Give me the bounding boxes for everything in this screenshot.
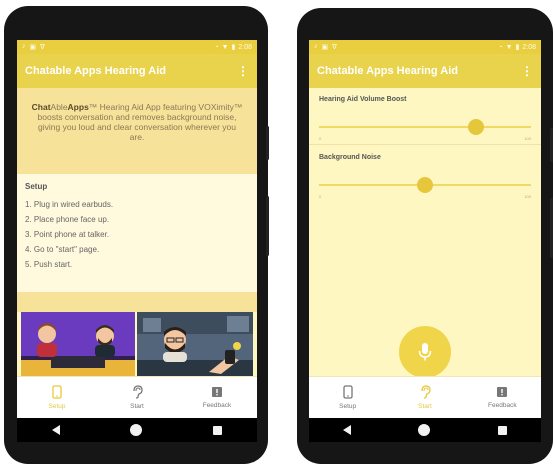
volume-boost-min: 0 [319,136,322,141]
setup-step: 4. Go to "start" page. [25,245,100,254]
volume-button [550,198,553,258]
brand-apps: Apps [67,102,89,112]
power-button [266,126,269,160]
feedback-icon [212,387,222,397]
nav-start-label: Start [418,403,432,410]
ear-icon [421,385,431,399]
status-bar: ♪ ▣ ∇ ◔ ▼ ▮ 2:08 [17,40,257,54]
volume-boost-slider-group: Hearing Aid Volume Boost 0 100 [309,96,541,141]
screen-setup: ♪ ▣ ∇ ◔ ▼ ▮ 2:08 Chatable Apps Hearing A… [17,40,257,418]
app-title: Chatable Apps Hearing Aid [25,65,166,77]
intro-text: ChatAbleApps™ Hearing Aid App featuring … [17,88,257,174]
volume-boost-thumb[interactable] [467,119,484,135]
nav-feedback[interactable]: Feedback [464,377,541,418]
setup-title: Setup [25,182,48,191]
setup-step: 3. Point phone at talker. [25,230,110,239]
phone-icon [343,385,353,399]
nav-feedback[interactable]: Feedback [177,377,257,418]
alarm-icon: ◔ [498,43,503,51]
background-noise-track[interactable] [319,177,531,193]
nav-start[interactable]: Start [97,377,177,418]
brand-chat: Chat [31,102,51,112]
phone-left: ♪ ▣ ∇ ◔ ▼ ▮ 2:08 Chatable Apps Hearing A… [4,6,269,464]
nav-setup-label: Setup [48,403,66,410]
status-time: 2:08 [238,43,252,51]
bottom-navigation: Setup Start Feedback [309,376,541,418]
phone-right: ♪ ▣ ∇ ◔ ▼ ▮ 2:08 Chatable Apps Hearing A… [297,8,553,464]
system-navigation-bar [309,418,541,442]
status-time: 2:08 [522,43,536,51]
divider [309,144,541,145]
brand-able: Able [50,102,68,112]
bottom-navigation: Setup Start Feedback [17,376,257,418]
nav-feedback-label: Feedback [202,402,232,409]
screen-start: ♪ ▣ ∇ ◔ ▼ ▮ 2:08 Chatable Apps Hearing A… [309,40,541,418]
n-icon: ∇ [332,44,337,51]
background-noise-slider-group: Background Noise 0 100 [309,154,541,199]
wifi-icon: ▼ [505,43,513,51]
volume-button [266,196,269,256]
setup-step: 2. Place phone face up. [25,215,110,224]
nav-feedback-label: Feedback [488,402,517,409]
battery-icon: ▮ [515,44,520,51]
voximity-brand: VOXimity [198,102,234,112]
notification-icon: ♪ [22,43,26,50]
signal-icon: ▣ [321,44,329,51]
volume-boost-label: Hearing Aid Volume Boost [319,96,407,103]
wifi-icon: ▼ [221,43,229,51]
volume-boost-max: 100 [524,136,531,141]
n-icon: ∇ [40,44,45,51]
system-navigation-bar [17,418,257,442]
app-bar: Chatable Apps Hearing Aid ⋮ [309,54,541,88]
illustration-conversation [21,312,135,376]
recent-apps-icon[interactable] [212,425,222,435]
recent-apps-icon[interactable] [498,425,508,435]
nav-start-label: Start [130,403,144,410]
setup-section: Setup 1. Plug in wired earbuds. 2. Place… [17,174,257,292]
background-noise-max: 100 [524,194,531,199]
microphone-icon [418,343,432,361]
home-icon[interactable] [130,424,143,436]
feedback-icon [497,387,508,397]
power-button [550,128,553,162]
notification-icon: ♪ [314,43,318,50]
ear-icon [133,385,143,399]
nav-setup-label: Setup [339,403,357,410]
section-band [17,292,257,312]
back-icon[interactable] [342,425,351,435]
illustration-restaurant [137,312,253,376]
setup-step: 1. Plug in wired earbuds. [25,200,114,209]
signal-icon: ▣ [29,44,37,51]
home-icon[interactable] [418,424,431,436]
overflow-menu-icon[interactable]: ⋮ [237,65,249,77]
start-mic-button[interactable] [399,326,451,378]
background-noise-min: 0 [319,194,322,199]
status-bar: ♪ ▣ ∇ ◔ ▼ ▮ 2:08 [309,40,541,54]
background-noise-thumb[interactable] [417,177,433,193]
volume-boost-track[interactable] [319,119,531,135]
background-noise-label: Background Noise [319,154,381,161]
nav-setup[interactable]: Setup [17,377,97,418]
nav-start[interactable]: Start [386,377,463,418]
overflow-menu-icon[interactable]: ⋮ [521,65,533,77]
battery-icon: ▮ [231,44,236,51]
setup-step: 5. Push start. [25,260,73,269]
phone-icon [52,385,62,399]
alarm-icon: ◔ [214,43,219,51]
intro-text-part1: Hearing Aid App featuring [97,102,199,112]
app-bar: Chatable Apps Hearing Aid ⋮ [17,54,257,88]
nav-setup[interactable]: Setup [309,377,386,418]
restaurant-illustration [137,312,253,376]
people-talking-illustration [21,312,135,376]
setup-steps: 1. Plug in wired earbuds. 2. Place phone… [25,200,249,269]
app-title: Chatable Apps Hearing Aid [317,65,458,77]
back-icon[interactable] [52,425,61,435]
